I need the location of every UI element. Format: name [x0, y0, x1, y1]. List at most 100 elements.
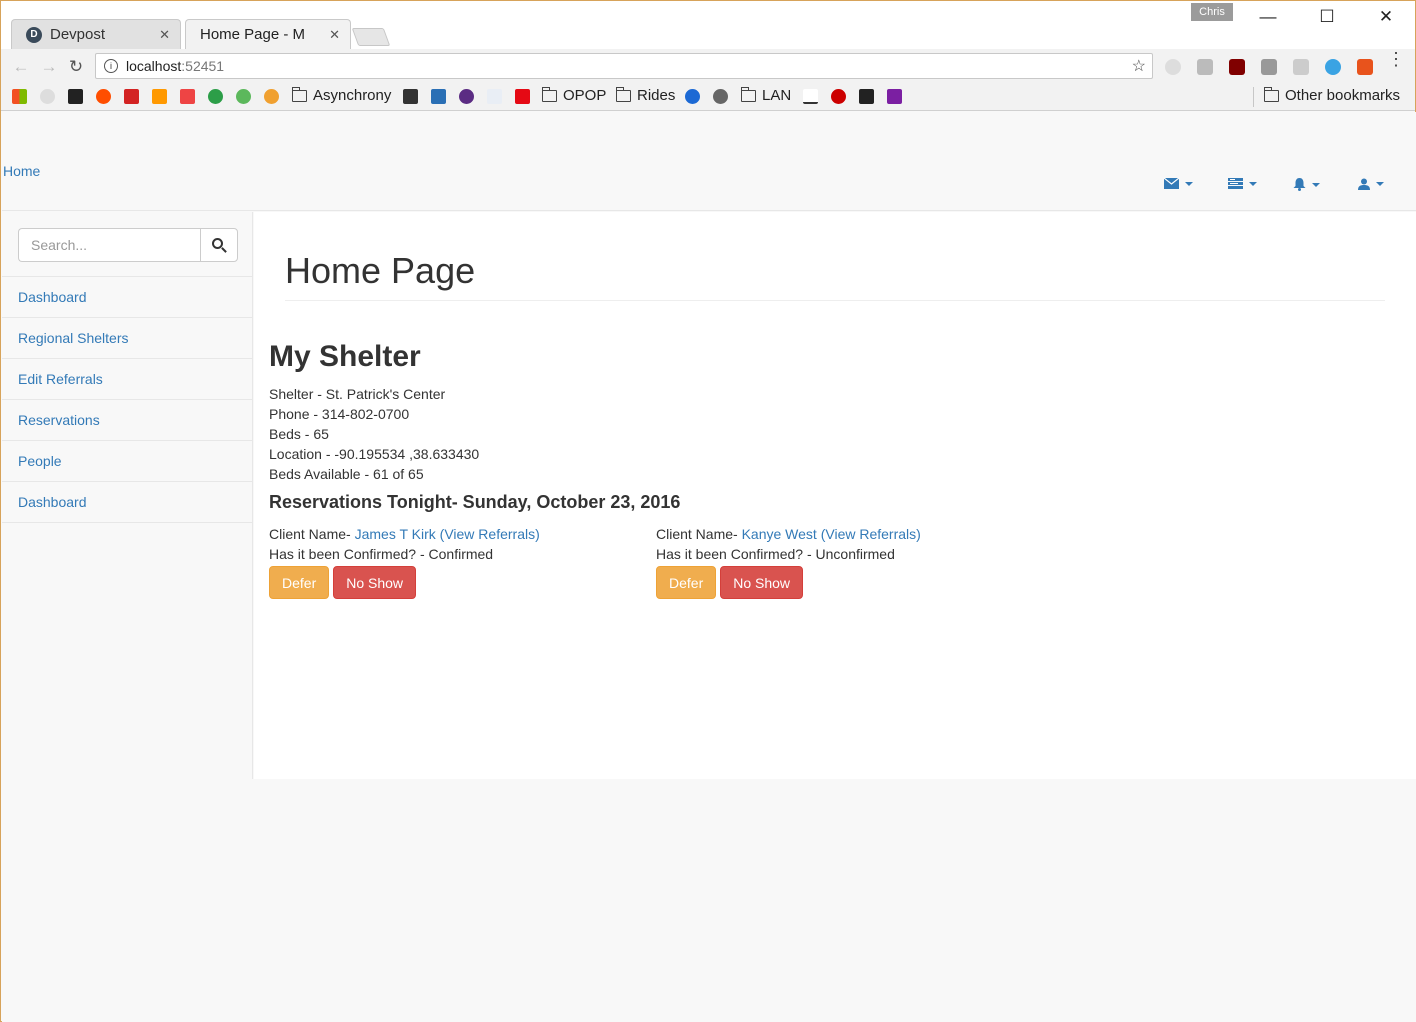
folder-label: Asynchrony [313, 87, 392, 104]
extension-icon[interactable] [1165, 59, 1181, 75]
folder-label: LAN [762, 87, 792, 104]
search-icon [212, 238, 223, 249]
microsoft-icon[interactable] [12, 89, 27, 104]
sidebar-item-dashboard-2[interactable]: Dashboard [2, 482, 253, 523]
caret-icon [1376, 182, 1384, 186]
bookmark-folder[interactable]: LAN [741, 86, 792, 104]
extension-icon[interactable] [1293, 59, 1309, 75]
address-bar[interactable]: i localhost:52451 ☆ [95, 53, 1153, 79]
bookmarks-bar: Asynchrony OPOP Rides LAN Other bookmark… [1, 83, 1415, 111]
shelter-phone: Phone - 314-802-0700 [269, 406, 410, 422]
close-icon[interactable]: ✕ [329, 27, 340, 43]
url-host: localhost [126, 58, 182, 74]
office-icon[interactable] [1357, 59, 1373, 75]
page-content: Home Search... Dashboard Regional Shelte… [2, 112, 1416, 1022]
bookmark-icon[interactable] [264, 89, 279, 104]
top-navbar: Home [2, 112, 1416, 211]
client-card: Client Name- Kanye West (View Referrals)… [656, 524, 921, 599]
bmw-icon[interactable] [685, 89, 700, 104]
citi-icon[interactable] [487, 89, 502, 104]
reservations-title: Reservations Tonight- Sunday, October 23… [269, 492, 681, 512]
star-icon[interactable]: ☆ [1132, 56, 1146, 76]
messages-dropdown[interactable] [1164, 178, 1193, 189]
no-show-button[interactable]: No Show [720, 566, 804, 599]
shelter-name: Shelter - St. Patrick's Center [269, 386, 446, 402]
search-input[interactable] [18, 228, 200, 262]
main-content: Home Page My Shelter Shelter - St. Patri… [254, 212, 1416, 779]
close-icon[interactable]: ✕ [159, 27, 170, 43]
profile-button[interactable]: Chris [1191, 3, 1233, 21]
shelter-location: Location - -90.195534 ,38.633430 [269, 446, 480, 462]
navbar-brand[interactable]: Home [3, 163, 40, 179]
user-icon [1358, 178, 1370, 190]
view-referrals-link[interactable]: (View Referrals) [440, 526, 540, 542]
back-icon[interactable]: ← [10, 57, 32, 77]
extension-icon[interactable] [1325, 59, 1341, 75]
ars-icon[interactable] [96, 89, 111, 104]
tab-label: Devpost [50, 26, 106, 43]
bookmark-icon[interactable] [403, 89, 418, 104]
sidebar-item-regional-shelters[interactable]: Regional Shelters [2, 318, 253, 359]
reload-icon[interactable]: ↻ [65, 57, 87, 77]
sidebar-item-people[interactable]: People [2, 441, 253, 482]
bookmark-icon[interactable] [803, 89, 818, 104]
bookmark-icon[interactable] [459, 89, 474, 104]
bookmark-folder[interactable]: Rides [616, 86, 675, 104]
folder-icon [616, 86, 631, 102]
page-background [2, 779, 1416, 1022]
minimize-icon[interactable]: — [1253, 7, 1283, 27]
sidebar-item-dashboard[interactable]: Dashboard [2, 277, 253, 318]
reply-icon[interactable] [1261, 59, 1277, 75]
client-name-link[interactable]: James T Kirk [355, 526, 436, 542]
sidebar-nav: Dashboard Regional Shelters Edit Referra… [2, 276, 253, 523]
no-show-button[interactable]: No Show [333, 566, 417, 599]
sidebar-item-edit-referrals[interactable]: Edit Referrals [2, 359, 253, 400]
bookmark-icon[interactable] [431, 89, 446, 104]
info-icon[interactable]: i [104, 59, 118, 73]
client-actions: Defer No Show [269, 566, 540, 599]
bookmark-folder[interactable]: OPOP [542, 86, 606, 104]
menu-icon[interactable]: ⋮ [1387, 50, 1405, 68]
bookmark-folder[interactable]: Asynchrony [292, 86, 392, 104]
reddit-icon[interactable] [40, 89, 55, 104]
extension-icon[interactable] [1197, 59, 1213, 75]
url-port: :52451 [181, 58, 225, 74]
forward-icon[interactable]: → [38, 57, 60, 77]
client-card: Client Name- James T Kirk (View Referral… [269, 524, 540, 599]
tab-home-page[interactable]: Home Page - M ✕ [185, 19, 351, 147]
section-title: My Shelter [269, 340, 421, 373]
yahoo-icon[interactable] [887, 89, 902, 104]
amazon-icon[interactable] [152, 89, 167, 104]
client-name-link[interactable]: Kanye West [742, 526, 817, 542]
apple-icon[interactable] [713, 89, 728, 104]
bookmark-icon[interactable] [208, 89, 223, 104]
view-referrals-link[interactable]: (View Referrals) [821, 526, 921, 542]
new-tab-button[interactable] [351, 28, 391, 46]
defer-button[interactable]: Defer [656, 566, 717, 599]
tab-devpost[interactable]: D Devpost ✕ [11, 19, 181, 49]
bookmark-icon[interactable] [236, 89, 251, 104]
browser-toolbar: ← → ↻ i localhost:52451 ☆ ⋮ [1, 49, 1415, 83]
caret-icon [1312, 182, 1320, 187]
user-dropdown[interactable] [1358, 178, 1384, 190]
alerts-dropdown[interactable] [1293, 178, 1320, 191]
bookmark-icon[interactable] [859, 89, 874, 104]
bell-icon [1293, 178, 1306, 191]
defer-button[interactable]: Defer [269, 566, 330, 599]
confirmation-status: Has it been Confirmed? - Unconfirmed [656, 546, 895, 562]
bookmark-icon[interactable] [68, 89, 83, 104]
client-name-line: Client Name- James T Kirk (View Referral… [269, 524, 540, 544]
bookmark-icon[interactable] [831, 89, 846, 104]
maximize-icon[interactable]: ☐ [1312, 7, 1342, 27]
close-window-icon[interactable]: ✕ [1371, 7, 1401, 27]
bookmark-icon[interactable] [180, 89, 195, 104]
client-actions: Defer No Show [656, 566, 921, 599]
sidebar-item-reservations[interactable]: Reservations [2, 400, 253, 441]
tasks-dropdown[interactable] [1228, 178, 1257, 189]
netflix-icon[interactable] [515, 89, 530, 104]
search-button[interactable] [200, 228, 238, 262]
yelp-icon[interactable] [124, 89, 139, 104]
ublock-icon[interactable] [1229, 59, 1245, 75]
client-name-line: Client Name- Kanye West (View Referrals) [656, 524, 921, 544]
other-bookmarks[interactable]: Other bookmarks [1264, 86, 1400, 104]
